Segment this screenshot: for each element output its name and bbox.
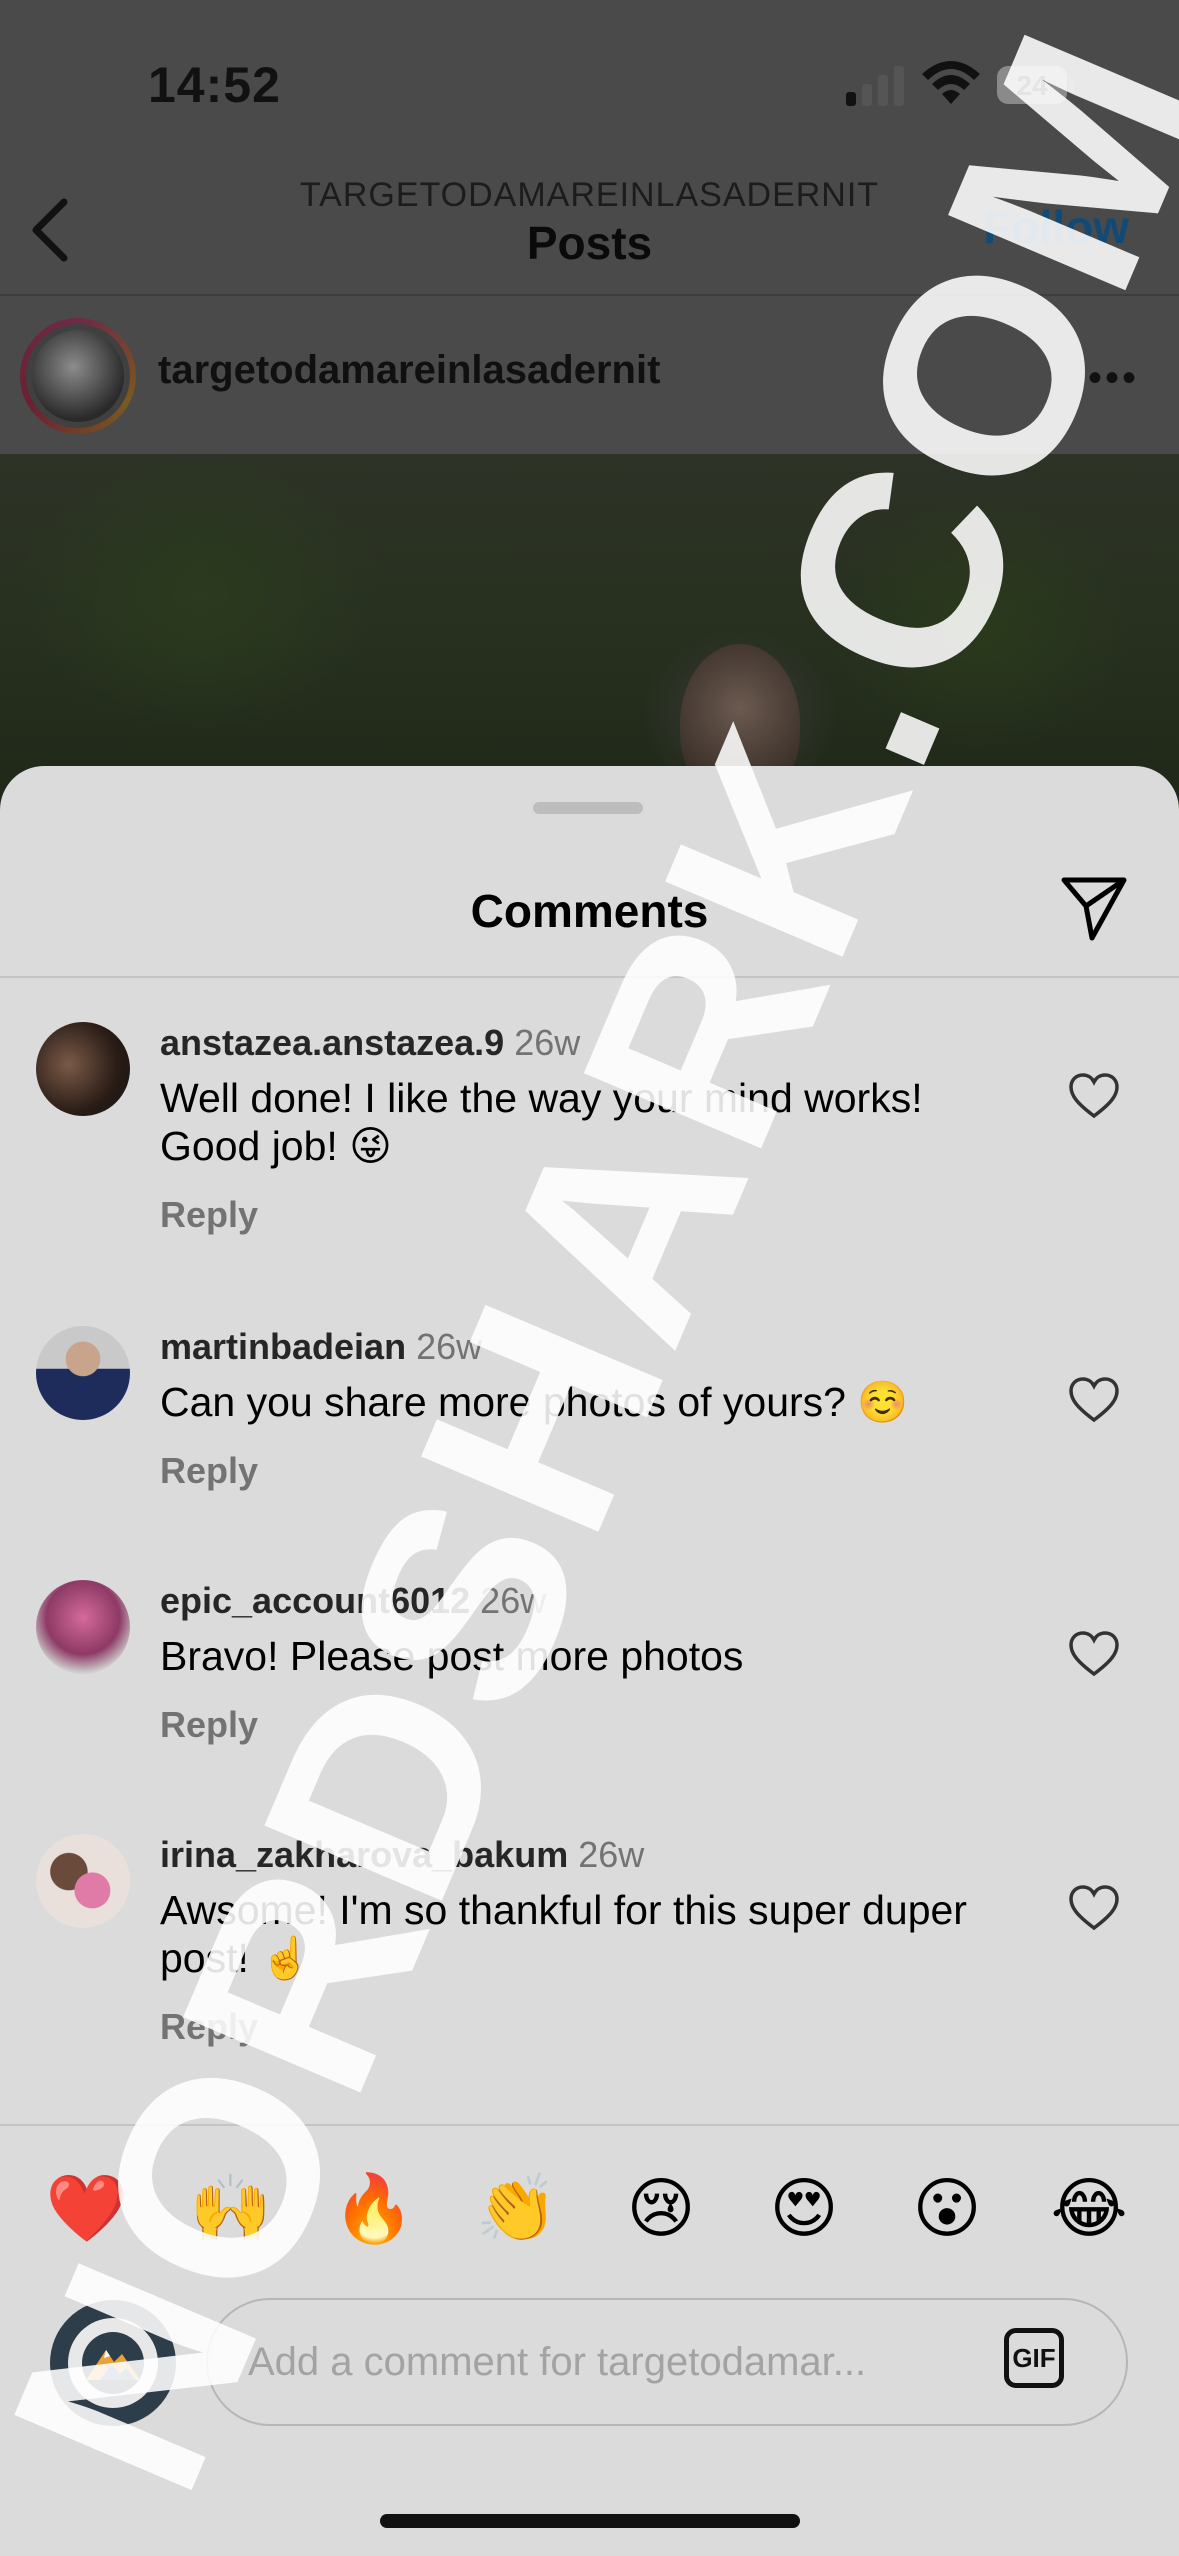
reply-button[interactable]: Reply (160, 1194, 258, 1236)
gif-button[interactable]: GIF (1004, 2328, 1064, 2388)
home-indicator[interactable] (380, 2514, 800, 2528)
commenter-username[interactable]: martinbadeian (160, 1326, 406, 1367)
like-heart-icon[interactable] (1068, 1072, 1120, 1120)
reply-button[interactable]: Reply (160, 1450, 258, 1492)
cellular-signal-icon (846, 66, 904, 106)
author-avatar[interactable] (20, 318, 136, 434)
comment-input-placeholder: Add a comment for targetodamar... (248, 2340, 867, 2384)
comment-input[interactable]: Add a comment for targetodamar... GIF (206, 2298, 1128, 2426)
status-time: 14:52 (148, 57, 281, 113)
commenter-avatar[interactable] (36, 1834, 130, 1928)
share-paper-plane-icon[interactable] (1058, 872, 1130, 944)
commenter-avatar[interactable] (36, 1022, 130, 1116)
reaction-surprised[interactable]: 😮 (902, 2168, 992, 2248)
like-heart-icon[interactable] (1068, 1376, 1120, 1424)
comment-header: anstazea.anstazea.9 26w (160, 1022, 580, 1064)
commenter-avatar[interactable] (36, 1580, 130, 1674)
author-username[interactable]: targetodamareinlasadernit (158, 348, 660, 393)
reaction-crying[interactable]: 😢 (616, 2168, 706, 2248)
comment-time: 26w (578, 1834, 645, 1875)
like-heart-icon[interactable] (1068, 1884, 1120, 1932)
reaction-clap[interactable]: 👏 (472, 2168, 562, 2248)
commenter-username[interactable]: anstazea.anstazea.9 (160, 1022, 504, 1063)
commenter-avatar[interactable] (36, 1326, 130, 1420)
reaction-laughing[interactable]: 😂 (1044, 2168, 1134, 2248)
reaction-heart-eyes[interactable]: 😍 (759, 2168, 849, 2248)
like-heart-icon[interactable] (1068, 1630, 1120, 1678)
